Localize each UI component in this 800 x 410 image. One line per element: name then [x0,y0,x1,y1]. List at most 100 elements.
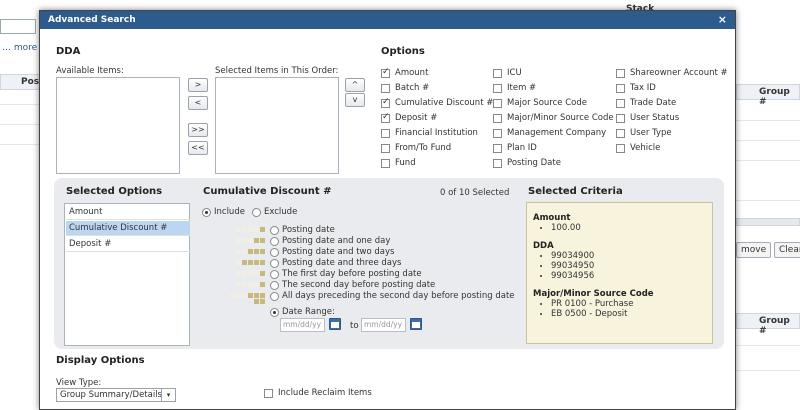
option-col3-1[interactable]: Tax ID [616,83,656,93]
exclude-label: Exclude [264,207,298,217]
option-label: Major Source Code [507,98,587,108]
move-all-left-button[interactable]: << [188,141,208,155]
option-col1-3[interactable]: Deposit # [381,112,437,123]
include-radio[interactable]: Include [202,207,245,217]
option-col1-2[interactable]: Cumulative Discount # [381,97,493,108]
option-col2-5[interactable]: Plan ID [493,143,537,153]
option-checkbox[interactable] [493,113,502,123]
date-option-radio-dot[interactable] [270,225,279,235]
exclude-radio[interactable]: Exclude [252,207,297,217]
remove-button[interactable]: move [736,242,772,258]
date-to-input[interactable]: mm/dd/yy [361,318,406,332]
criteria-value: 100.00 [551,223,706,233]
option-col2-4[interactable]: Management Company [493,128,606,138]
date-option-radio-dot[interactable] [270,258,279,268]
calendar-to-icon[interactable] [410,318,422,330]
more-link[interactable]: … more [2,43,37,53]
date-option-radio-dot[interactable] [270,269,279,279]
selected-criteria-title: Selected Criteria [528,186,623,197]
move-right-button[interactable]: > [188,78,208,92]
date-option-radio-dot[interactable] [270,236,279,246]
criteria-value: 99034900 [551,251,706,261]
option-col2-0[interactable]: ICU [493,68,522,78]
option-col3-2[interactable]: Trade Date [616,98,676,108]
option-checkbox[interactable] [616,98,625,108]
clear-button[interactable]: Clear [774,242,800,258]
date-option-radio[interactable]: Posting date [270,225,335,235]
option-checkbox[interactable] [493,83,502,93]
option-checkbox[interactable] [616,68,625,78]
selected-option-item[interactable]: Amount [66,205,190,220]
include-radio-dot[interactable] [202,207,211,217]
date-option-radio[interactable]: The first day before posting date [270,269,422,279]
date-from-input[interactable]: mm/dd/yy [280,318,325,332]
background-grid-header: Post [0,74,43,90]
option-checkbox[interactable] [381,83,390,93]
option-col3-4[interactable]: User Type [616,128,672,138]
option-checkbox[interactable] [381,128,390,138]
option-checkbox[interactable] [493,143,502,153]
option-col3-5[interactable]: Vehicle [616,143,660,153]
exclude-radio-dot[interactable] [252,207,261,217]
option-checkbox[interactable] [381,97,390,108]
option-col2-1[interactable]: Item # [493,83,536,93]
include-reclaim-box[interactable] [264,388,273,398]
calendar-indicator-icon [225,226,265,234]
option-checkbox[interactable] [493,98,502,108]
option-col1-4[interactable]: Financial Institution [381,128,478,138]
date-range-radio[interactable]: Date Range: [270,307,335,317]
option-col2-6[interactable]: Posting Date [493,158,561,168]
date-option-radio[interactable]: Posting date and one day [270,236,390,246]
option-checkbox[interactable] [381,67,390,78]
selected-criteria-box: Amount100.00 DDA990349009903495099034956 M… [526,202,713,344]
available-items-list[interactable] [56,77,180,174]
option-col1-6[interactable]: Fund [381,158,416,168]
option-checkbox[interactable] [616,143,625,153]
date-option-radio[interactable]: The second day before posting date [270,280,435,290]
option-col2-2[interactable]: Major Source Code [493,98,587,108]
selected-option-item[interactable]: Cumulative Discount # [66,221,190,236]
date-option-label: The first day before posting date [282,269,422,279]
background-search-input[interactable] [0,19,36,34]
calendar-from-icon[interactable] [329,318,341,330]
date-option-radio[interactable]: Posting date and three days [270,258,401,268]
option-col3-3[interactable]: User Status [616,113,679,123]
date-option-label: Posting date [282,225,335,235]
option-checkbox[interactable] [381,143,390,153]
date-range-radio-dot[interactable] [270,307,279,317]
background-scrollbar[interactable] [736,218,800,226]
available-items-label: Available Items: [56,66,124,76]
option-col3-0[interactable]: Shareowner Account # [616,68,728,78]
date-option-radio-dot[interactable] [270,247,279,257]
option-checkbox[interactable] [381,158,390,168]
option-label: Trade Date [630,98,677,108]
date-option-radio-dot[interactable] [270,291,279,301]
option-checkbox[interactable] [381,112,390,123]
move-down-button[interactable]: v [345,93,365,107]
option-col1-1[interactable]: Batch # [381,83,429,93]
chevron-down-icon[interactable]: ▾ [161,389,175,401]
date-option-radio[interactable]: All days preceding the second day before… [270,291,515,301]
option-col1-5[interactable]: From/To Fund [381,143,451,153]
move-left-button[interactable]: < [188,96,208,110]
close-icon[interactable]: × [718,11,727,29]
selected-option-item[interactable]: Deposit # [66,237,190,252]
date-option-radio[interactable]: Posting date and two days [270,247,394,257]
option-checkbox[interactable] [616,113,625,123]
option-checkbox[interactable] [493,68,502,78]
selected-items-list[interactable] [215,77,339,174]
move-all-right-button[interactable]: >> [188,123,208,137]
option-checkbox[interactable] [616,83,625,93]
option-checkbox[interactable] [493,128,502,138]
option-checkbox[interactable] [493,158,502,168]
option-checkbox[interactable] [616,128,625,138]
option-col1-0[interactable]: Amount [381,67,429,78]
selected-options-list[interactable]: Amount Cumulative Discount # Deposit # [64,203,190,346]
dialog-title: Advanced Search [48,15,136,25]
date-option-label: Posting date and two days [282,247,395,257]
date-option-radio-dot[interactable] [270,280,279,290]
move-up-button[interactable]: ^ [345,78,365,92]
option-col2-3[interactable]: Major/Minor Source Code [493,113,614,123]
option-label: Amount [395,68,429,78]
include-reclaim-checkbox[interactable]: Include Reclaim Items [264,388,372,398]
